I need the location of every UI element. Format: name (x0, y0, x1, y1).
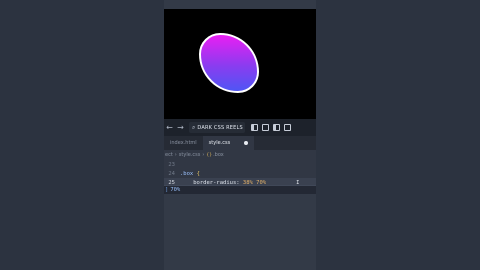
left-background (0, 0, 164, 270)
customize-layout-icon[interactable] (284, 124, 291, 131)
line-number: 23 (168, 161, 175, 168)
breadcrumb-symbol[interactable]: .box (213, 152, 224, 158)
css-symbol-icon: {} (206, 152, 213, 158)
breadcrumb-file[interactable]: style.css (179, 152, 201, 158)
toggle-sidebar-icon[interactable] (251, 124, 258, 131)
reel-panel: ← → ⌕ DARK CSS REELS index.html style.cs… (164, 0, 316, 270)
breadcrumb-separator: › (202, 152, 205, 158)
search-text: DARK CSS REELS (197, 124, 243, 131)
preview-area (164, 9, 316, 119)
gradient-shape (199, 33, 259, 93)
editor-tabs: index.html style.css (164, 136, 316, 150)
search-icon: ⌕ (192, 123, 196, 131)
code-line: 23 (164, 160, 316, 169)
toggle-panel-icon[interactable] (262, 124, 269, 131)
tab-label: style.css (208, 140, 231, 146)
editor-toolbar: ← → ⌕ DARK CSS REELS (164, 119, 316, 136)
forward-arrow-icon[interactable]: → (175, 123, 186, 132)
breadcrumb: ect › style.css › {} .box (164, 150, 316, 160)
breadcrumb-folder[interactable]: ect (165, 152, 173, 158)
command-center-search[interactable]: ⌕ DARK CSS REELS (189, 122, 245, 133)
layout-controls (251, 124, 291, 131)
open-brace: { (196, 170, 200, 177)
suggestion-text[interactable]: 70% (170, 187, 180, 193)
tab-style-css[interactable]: style.css (202, 136, 255, 150)
toggle-secondary-sidebar-icon[interactable] (273, 124, 280, 131)
suggestion-widget[interactable]: ] 70% (164, 185, 316, 194)
back-arrow-icon[interactable]: ← (164, 123, 175, 132)
css-selector: .box (180, 170, 194, 177)
code-line: 24 .box { (164, 169, 316, 178)
breadcrumb-separator: › (174, 152, 177, 158)
right-background (316, 0, 480, 270)
unsaved-dot-icon[interactable] (244, 141, 249, 145)
suggestion-marker-icon: ] (165, 187, 169, 193)
line-number: 24 (168, 170, 175, 177)
tab-label: index.html (170, 140, 197, 146)
tab-index-html[interactable]: index.html (164, 136, 203, 150)
